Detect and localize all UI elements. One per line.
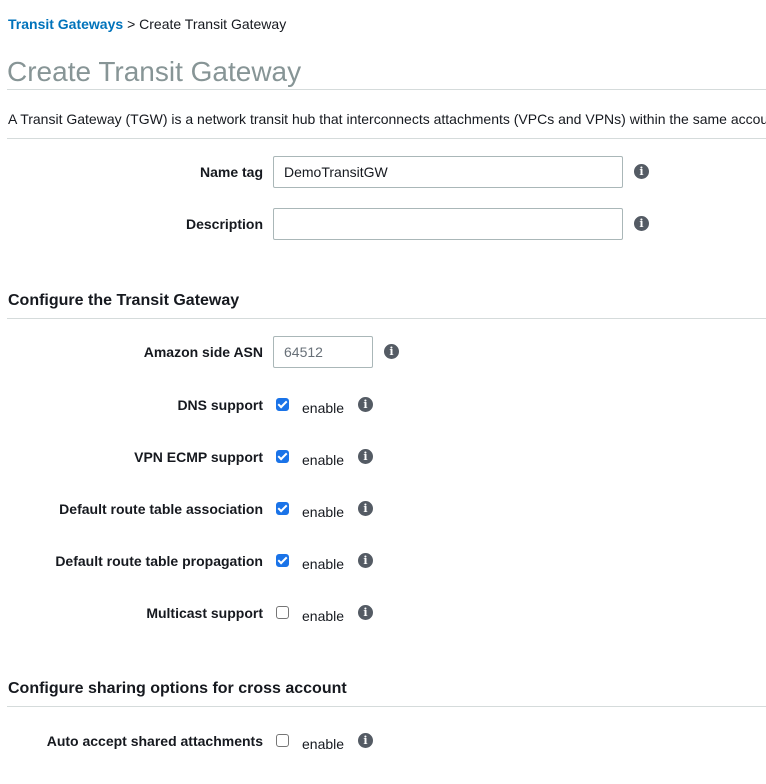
breadcrumb-current: Create Transit Gateway bbox=[139, 16, 287, 32]
configure-divider bbox=[7, 318, 766, 319]
breadcrumb-separator: > bbox=[127, 16, 136, 32]
breadcrumb-transit-gateways-link[interactable]: Transit Gateways bbox=[8, 16, 123, 32]
asn-input[interactable] bbox=[273, 336, 373, 368]
name-tag-label: Name tag bbox=[199, 164, 263, 180]
asn-label: Amazon side ASN bbox=[143, 344, 263, 360]
auto-accept-shared-attachments-info-icon[interactable]: i bbox=[358, 733, 373, 748]
default-route-table-association-label: Default route table association bbox=[59, 501, 263, 517]
name-tag-input[interactable] bbox=[273, 156, 623, 188]
page-title: Create Transit Gateway bbox=[7, 56, 302, 87]
configure-section-title: Configure the Transit Gateway bbox=[8, 292, 240, 309]
dns-support-enable-label: enable bbox=[302, 400, 345, 416]
auto-accept-shared-attachments-row: Auto accept shared attachments enable i bbox=[0, 733, 766, 765]
vpn-ecmp-support-info-icon[interactable]: i bbox=[358, 449, 373, 464]
page-description: A Transit Gateway (TGW) is a network tra… bbox=[8, 111, 766, 127]
dns-support-info-icon[interactable]: i bbox=[358, 397, 373, 412]
vpn-ecmp-support-enable-label: enable bbox=[302, 452, 345, 468]
sharing-divider bbox=[7, 706, 766, 707]
vpn-ecmp-support-label: VPN ECMP support bbox=[134, 449, 263, 465]
description-label: Description bbox=[185, 216, 263, 232]
auto-accept-shared-attachments-enable-label: enable bbox=[302, 736, 345, 752]
breadcrumb: Transit Gateways > Create Transit Gatewa… bbox=[8, 16, 286, 32]
auto-accept-shared-attachments-label: Auto accept shared attachments bbox=[46, 733, 263, 749]
dns-support-checkbox[interactable] bbox=[276, 398, 289, 411]
dns-support-row: DNS support enable i bbox=[0, 397, 766, 429]
default-route-table-propagation-row: Default route table propagation enable i bbox=[0, 553, 766, 585]
default-route-table-propagation-enable-label: enable bbox=[302, 556, 345, 572]
default-route-table-association-checkbox[interactable] bbox=[276, 502, 289, 515]
title-divider bbox=[7, 89, 766, 90]
multicast-support-row: Multicast support enable i bbox=[0, 605, 766, 637]
multicast-support-enable-label: enable bbox=[302, 608, 345, 624]
asn-info-icon[interactable]: i bbox=[384, 344, 399, 359]
default-route-table-propagation-info-icon[interactable]: i bbox=[358, 553, 373, 568]
sharing-section-title: Configure sharing options for cross acco… bbox=[8, 680, 347, 697]
vpn-ecmp-support-row: VPN ECMP support enable i bbox=[0, 449, 766, 481]
intro-divider bbox=[7, 138, 766, 139]
description-info-icon[interactable]: i bbox=[634, 216, 649, 231]
multicast-support-label: Multicast support bbox=[146, 605, 263, 621]
description-row: Description i bbox=[0, 208, 766, 240]
description-input[interactable] bbox=[273, 208, 623, 240]
multicast-support-checkbox[interactable] bbox=[276, 606, 289, 619]
asn-row: Amazon side ASN i bbox=[0, 336, 766, 368]
name-tag-row: Name tag i bbox=[0, 156, 766, 188]
default-route-table-association-info-icon[interactable]: i bbox=[358, 501, 373, 516]
default-route-table-association-row: Default route table association enable i bbox=[0, 501, 766, 533]
default-route-table-propagation-checkbox[interactable] bbox=[276, 554, 289, 567]
default-route-table-propagation-label: Default route table propagation bbox=[55, 553, 263, 569]
dns-support-label: DNS support bbox=[177, 397, 263, 413]
multicast-support-info-icon[interactable]: i bbox=[358, 605, 373, 620]
name-tag-info-icon[interactable]: i bbox=[634, 164, 649, 179]
vpn-ecmp-support-checkbox[interactable] bbox=[276, 450, 289, 463]
auto-accept-shared-attachments-checkbox[interactable] bbox=[276, 734, 289, 747]
default-route-table-association-enable-label: enable bbox=[302, 504, 345, 520]
